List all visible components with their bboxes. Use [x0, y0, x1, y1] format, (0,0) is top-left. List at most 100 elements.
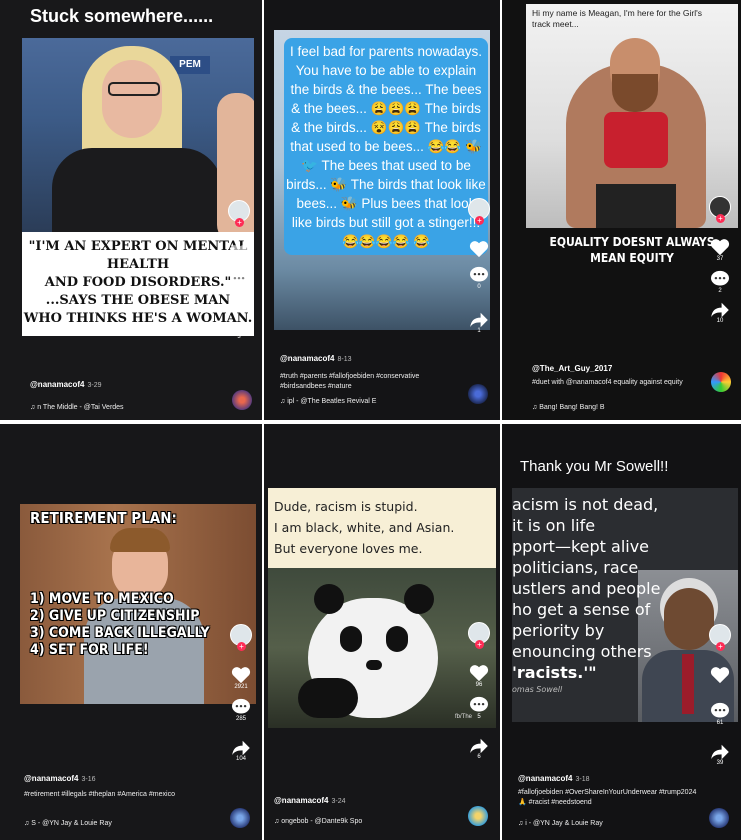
creator-avatar[interactable] — [468, 622, 490, 649]
meme-line: EQUALITY DOESNT ALWAYS — [549, 235, 715, 249]
hashtags[interactable]: #fallofjoebiden #OverShareInYourUnderwea… — [518, 788, 698, 808]
quote-card: Dude, racism is stupid. I am black, whit… — [268, 488, 496, 568]
like-button[interactable] — [469, 240, 489, 258]
like-button[interactable]: 37 — [710, 238, 730, 262]
duet-caption: Hi my name is Meagan, I'm here for the G… — [532, 8, 702, 29]
sound-line[interactable]: ♫ S - @YN Jay & Louie Ray — [24, 820, 112, 827]
comment-button[interactable]: 5 — [469, 696, 489, 720]
like-count: 2921 — [234, 684, 248, 690]
hashtags[interactable]: #retirement #illegals #theplan #America … — [24, 790, 194, 800]
meme-line: 3) COME BACK ILLEGALLY — [30, 625, 210, 641]
quote-line: 'racists.'" — [512, 663, 597, 682]
share-button[interactable]: 39 — [710, 744, 730, 766]
quote-line: But everyone loves me. — [274, 541, 423, 556]
meme-line: MEAN EQUITY — [590, 251, 674, 265]
text-bubble: I feel bad for parents nowadays. You hav… — [284, 38, 488, 255]
meme-title: RETIREMENT PLAN: — [30, 509, 177, 527]
video-tile-2[interactable]: I feel bad for parents nowadays. You hav… — [264, 0, 500, 420]
author-handle[interactable]: @nanamacof4 — [518, 774, 572, 783]
comment-count: 5 — [477, 714, 481, 720]
video-tile-6[interactable]: Thank you Mr Sowell!! acism is not dead,… — [502, 424, 741, 840]
quote-line: acism is not dead, — [512, 495, 659, 514]
like-button[interactable]: 2921 — [231, 666, 251, 690]
video-thumbnail — [526, 4, 738, 228]
share-button[interactable]: 6 — [469, 738, 489, 760]
author-handle[interactable]: @nanamacof4 — [30, 380, 84, 389]
comment-count: 61 — [716, 720, 724, 726]
tank-top — [604, 112, 668, 168]
like-count: 96 — [475, 682, 483, 688]
author-handle[interactable]: @nanamacof4 — [280, 354, 334, 363]
author-line: @nanamacof4 3-18 — [518, 774, 590, 783]
quote-line: pport—kept alive — [512, 537, 650, 556]
like-count: 37 — [716, 256, 724, 262]
sound-line[interactable]: ♫ ongebob - @Dante9k Spo — [274, 818, 362, 825]
like-button[interactable] — [229, 244, 249, 262]
like-button[interactable]: 96 — [469, 664, 489, 688]
author-handle[interactable]: @The_Art_Guy_2017 — [532, 364, 612, 373]
heart-icon — [469, 241, 489, 258]
sound-title: i - @YN Jay & Louie Ray — [525, 820, 603, 827]
share-button[interactable]: 104 — [231, 740, 251, 762]
share-button[interactable]: 1 — [469, 312, 489, 334]
creator-avatar[interactable] — [468, 198, 490, 225]
sound-disc[interactable] — [709, 808, 729, 828]
comment-button[interactable] — [229, 270, 249, 288]
sound-disc[interactable] — [468, 806, 488, 826]
comment-button[interactable]: 2 — [710, 270, 730, 294]
sound-line[interactable]: ♫ Bang! Bang! Bang! B — [532, 404, 605, 411]
quote-line: ustlers and people — [512, 579, 661, 598]
creator-avatar[interactable] — [709, 196, 731, 223]
video-caption: Stuck somewhere...... — [30, 6, 214, 26]
video-tile-1[interactable]: Stuck somewhere...... PEM "I'M AN EXPERT… — [0, 0, 262, 420]
share-button[interactable]: 3 — [229, 318, 249, 340]
post-date: 3-16 — [81, 776, 96, 783]
post-date: 3-29 — [87, 382, 102, 389]
video-tile-3[interactable]: Hi my name is Meagan, I'm here for the G… — [502, 0, 741, 420]
creator-avatar[interactable] — [228, 200, 250, 227]
panda-eye-left — [340, 626, 362, 652]
creator-avatar[interactable] — [709, 624, 731, 651]
sound-line[interactable]: ♫ n The Middle - @Tai Verdes — [30, 404, 124, 411]
meme-line: WHO THINKS HE'S A WOMAN. — [23, 311, 253, 326]
video-tile-5[interactable]: Dude, racism is stupid. I am black, whit… — [264, 424, 500, 840]
sound-line[interactable]: ♫ ipl - @The Beatles Revival E — [280, 398, 376, 405]
comment-button[interactable]: 0 — [469, 266, 489, 290]
author-handle[interactable]: @nanamacof4 — [274, 796, 328, 805]
hashtags[interactable]: #truth #parents #fallofjoebiden #conserv… — [280, 372, 450, 392]
comment-button[interactable]: 61 — [710, 702, 730, 726]
video-thumbnail: fb/The — [268, 568, 496, 728]
action-rail: 0 1 — [464, 198, 494, 334]
heart-icon — [229, 245, 249, 262]
comment-count: 2 — [718, 288, 722, 294]
share-arrow-icon — [711, 744, 729, 760]
comment-icon — [711, 270, 729, 286]
meme-line: 1) MOVE TO MEXICO — [30, 591, 174, 607]
video-tile-4[interactable]: RETIREMENT PLAN: 1) MOVE TO MEXICO 2) GI… — [0, 424, 262, 840]
share-button[interactable]: 10 — [710, 302, 730, 324]
author-handle[interactable]: @nanamacof4 — [24, 774, 78, 783]
meme-text-box: "I'M AN EXPERT ON MENTAL HEALTH AND FOOD… — [22, 232, 254, 336]
sound-disc[interactable] — [230, 808, 250, 828]
meme-text: RETIREMENT PLAN: 1) MOVE TO MEXICO 2) GI… — [30, 510, 210, 659]
share-count: 39 — [716, 760, 724, 766]
share-arrow-icon — [230, 318, 248, 334]
comment-button[interactable]: 285 — [231, 698, 251, 722]
sound-disc[interactable] — [232, 390, 252, 410]
creator-avatar[interactable] — [230, 624, 252, 651]
hashtags[interactable]: #duet with @nanamacof4 equality against … — [532, 378, 692, 388]
meme-line: 4) SET FOR LIFE! — [30, 642, 149, 658]
quote-line: Dude, racism is stupid. — [274, 499, 418, 514]
sound-title: ipl - @The Beatles Revival E — [287, 398, 377, 405]
quote-line: it is on life — [512, 516, 596, 535]
meme-line: AND FOOD DISORDERS." — [44, 275, 232, 290]
sound-disc[interactable] — [711, 372, 731, 392]
sound-title: ongebob - @Dante9k Spo — [281, 818, 363, 825]
share-count: 104 — [235, 756, 246, 762]
person-body — [52, 148, 222, 238]
like-button[interactable] — [710, 666, 730, 684]
sound-line[interactable]: ♫ i - @YN Jay & Louie Ray — [518, 820, 603, 827]
sound-disc[interactable] — [468, 384, 488, 404]
comment-count: 0 — [477, 284, 481, 290]
meme-line: "I'M AN EXPERT ON MENTAL HEALTH — [28, 239, 248, 272]
